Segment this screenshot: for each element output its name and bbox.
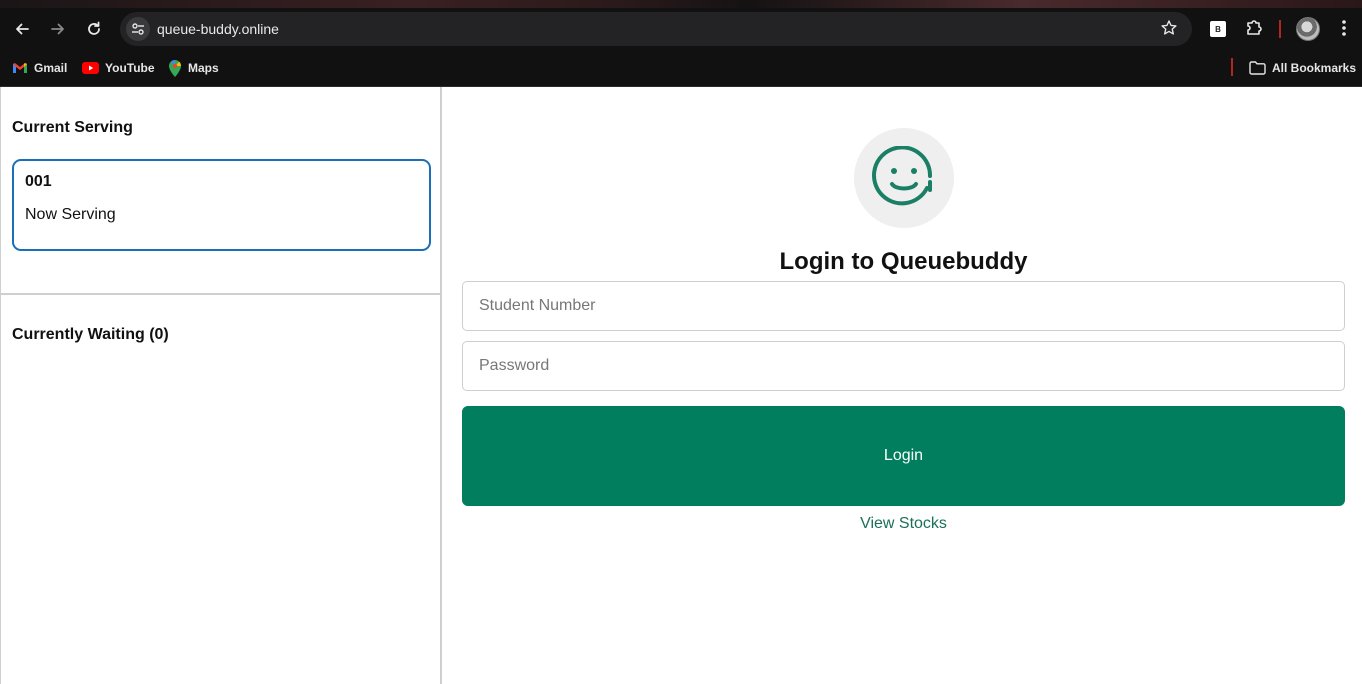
login-panel: Login to Queuebuddy Login View Stocks xyxy=(442,87,1362,684)
page-content: Current Serving 001 Now Serving Currentl… xyxy=(0,87,1362,684)
queue-sidebar: Current Serving 001 Now Serving Currentl… xyxy=(0,87,442,684)
current-serving-heading: Current Serving xyxy=(12,119,133,136)
currently-waiting-heading: Currently Waiting (0) xyxy=(12,326,169,343)
forward-button[interactable] xyxy=(45,16,71,42)
extensions-puzzle-icon[interactable] xyxy=(1244,18,1264,38)
all-bookmarks-button[interactable]: All Bookmarks xyxy=(1249,59,1356,77)
profile-avatar[interactable] xyxy=(1296,17,1320,41)
serving-number: 001 xyxy=(25,173,52,190)
bookmark-label: Gmail xyxy=(34,61,68,75)
serving-status: Now Serving xyxy=(25,206,116,223)
extension-b-icon[interactable]: B xyxy=(1210,21,1226,37)
maps-icon xyxy=(169,59,182,77)
url-text[interactable]: queue-buddy.online xyxy=(157,21,279,37)
bookmark-youtube[interactable]: YouTube xyxy=(82,59,155,77)
all-bookmarks-label: All Bookmarks xyxy=(1272,61,1357,75)
now-serving-card: 001 Now Serving xyxy=(12,159,431,251)
bookmark-maps[interactable]: Maps xyxy=(168,59,219,77)
bookmarks-separator xyxy=(1231,58,1233,76)
bookmark-label: Maps xyxy=(188,61,219,75)
browser-chrome: queue-buddy.online B Gmail YouTube Maps … xyxy=(0,0,1362,87)
bookmarks-bar: Gmail YouTube Maps All Bookmarks xyxy=(0,50,1362,87)
tune-icon xyxy=(132,23,144,35)
kebab-menu-icon[interactable] xyxy=(1336,18,1352,38)
logo-badge xyxy=(854,128,954,228)
smiley-icon xyxy=(872,146,933,206)
reload-icon xyxy=(88,21,100,35)
back-arrow-icon xyxy=(16,23,29,35)
back-button[interactable] xyxy=(9,16,35,42)
section-divider xyxy=(1,293,441,295)
forward-arrow-icon xyxy=(51,23,64,35)
gmail-icon xyxy=(13,63,27,73)
bookmark-gmail[interactable]: Gmail xyxy=(12,59,67,77)
login-button[interactable]: Login xyxy=(462,406,1345,506)
youtube-icon xyxy=(82,62,99,74)
reload-button[interactable] xyxy=(81,16,107,42)
folder-icon xyxy=(1249,61,1266,75)
bookmark-label: YouTube xyxy=(105,61,155,75)
tab-strip xyxy=(0,0,1362,8)
password-input[interactable] xyxy=(462,341,1345,391)
browser-toolbar: queue-buddy.online B xyxy=(0,8,1362,50)
bookmark-star-icon[interactable] xyxy=(1160,19,1178,37)
site-info-button[interactable] xyxy=(126,17,150,41)
view-stocks-link[interactable]: View Stocks xyxy=(442,515,1362,533)
address-bar[interactable]: queue-buddy.online xyxy=(120,12,1192,46)
toolbar-separator xyxy=(1279,20,1281,38)
login-title: Login to Queuebuddy xyxy=(779,248,1028,275)
student-number-input[interactable] xyxy=(462,281,1345,331)
